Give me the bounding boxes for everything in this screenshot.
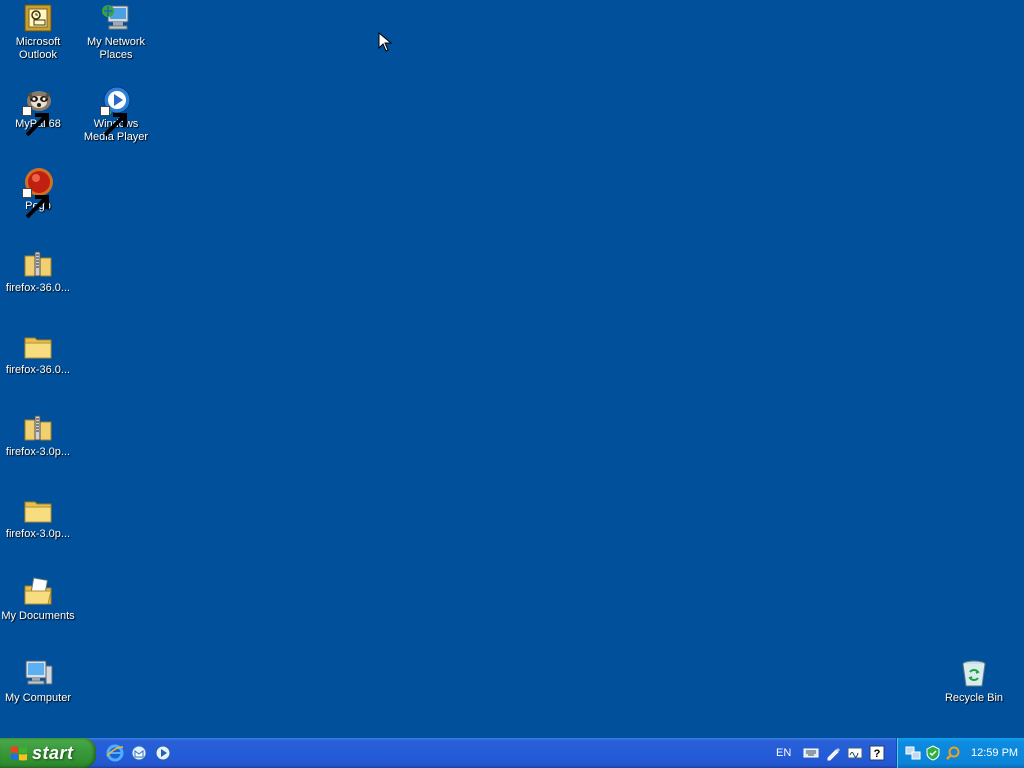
shortcut-arrow-icon [22, 106, 49, 137]
zip-folder-icon [22, 412, 54, 444]
recycle-bin-icon [958, 658, 990, 690]
outlook-icon [22, 2, 54, 34]
icon-label: firefox-3.0p... [5, 528, 71, 540]
network-places-icon [100, 2, 132, 34]
network-icon[interactable] [905, 745, 921, 761]
folder-icon [22, 494, 54, 526]
shortcut-arrow-icon [100, 106, 127, 137]
svg-text:?: ? [874, 748, 881, 760]
outlook-express-icon[interactable] [130, 744, 148, 762]
start-label: start [32, 742, 74, 763]
icon-label: Microsoft Outlook [15, 36, 61, 61]
internet-explorer-icon[interactable] [106, 744, 124, 762]
mouse-cursor-icon [378, 31, 393, 52]
desktop-icon-my-documents[interactable]: My Documents [0, 576, 76, 654]
icon-label: firefox-36.0... [5, 282, 71, 294]
desktop-icon-firefox-36-zip[interactable]: firefox-36.0... [0, 248, 76, 326]
desktop-icon-my-computer[interactable]: My Computer [0, 658, 76, 736]
handwriting-icon[interactable] [847, 745, 863, 761]
icon-label: My Computer [4, 692, 72, 704]
windows-logo-icon [10, 744, 28, 762]
clock[interactable]: 12:59 PM [971, 747, 1018, 759]
keyboard-icon[interactable] [803, 745, 819, 761]
desktop-icon-recycle-bin[interactable]: Recycle Bin [936, 658, 1012, 736]
zip-folder-icon [22, 248, 54, 280]
help-icon[interactable]: ? [869, 745, 885, 761]
desktop-icon-microsoft-outlook[interactable]: Microsoft Outlook [0, 2, 76, 80]
desktop-icon-firefox-36-folder[interactable]: firefox-36.0... [0, 330, 76, 408]
search-icon[interactable] [945, 745, 961, 761]
pego-icon [22, 166, 54, 219]
shortcut-arrow-icon [22, 188, 49, 219]
desktop-icon-firefox-3-0p-zip[interactable]: firefox-3.0p... [0, 412, 76, 490]
quick-launch [106, 744, 172, 762]
icon-label: firefox-3.0p... [5, 446, 71, 458]
desktop-icon-pego[interactable]: Pego [0, 166, 76, 244]
desktop-icon-windows-media-player[interactable]: Windows Media Player [78, 84, 154, 162]
icon-label: Recycle Bin [944, 692, 1004, 704]
language-indicator[interactable]: EN [776, 747, 791, 759]
icon-label: My Network Places [86, 36, 146, 61]
icon-label: My Documents [1, 610, 75, 622]
mypal-icon [22, 84, 54, 137]
taskbar: start EN ? 12:59 PM [0, 738, 1024, 768]
my-computer-icon [22, 658, 54, 690]
icon-label: firefox-36.0... [5, 364, 71, 376]
desktop-icon-my-network-places[interactable]: My Network Places [78, 2, 154, 80]
my-documents-icon [22, 576, 54, 608]
media-player-icon[interactable] [154, 744, 172, 762]
desktop-icon-mypal-68[interactable]: MyPal 68 [0, 84, 76, 162]
start-button[interactable]: start [0, 738, 96, 768]
language-bar: EN ? [776, 738, 885, 768]
media-player-icon [100, 84, 132, 137]
desktop-icon-firefox-3-0p-folder[interactable]: firefox-3.0p... [0, 494, 76, 572]
folder-icon [22, 330, 54, 362]
pen-icon[interactable] [825, 745, 841, 761]
desktop: Microsoft Outlook My Network Places MyPa… [0, 0, 1024, 738]
system-tray: 12:59 PM [896, 738, 1024, 768]
shield-icon[interactable] [925, 745, 941, 761]
